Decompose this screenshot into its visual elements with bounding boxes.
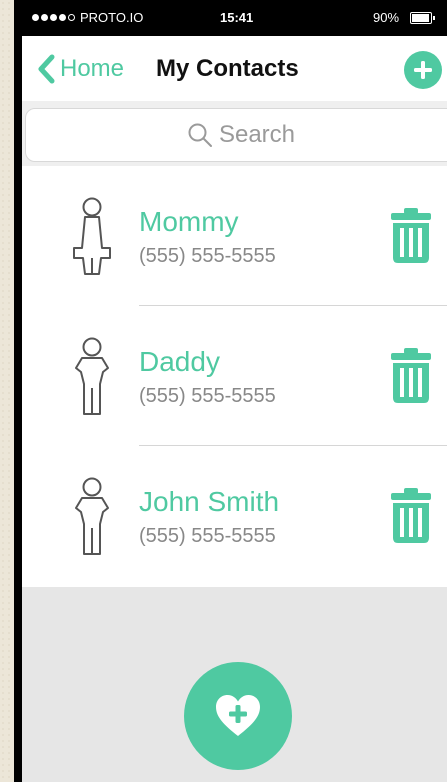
plus-icon <box>414 61 432 79</box>
female-person-icon <box>73 197 111 275</box>
device-frame: PROTO.IO 15:41 90% Home My Contacts Sear… <box>14 0 447 782</box>
contact-row[interactable]: Mommy (555) 555-5555 <box>22 166 447 306</box>
add-contact-button[interactable] <box>404 51 442 89</box>
trash-icon[interactable] <box>389 348 433 404</box>
search-icon <box>188 123 212 147</box>
search-bar-container: Search <box>22 101 447 166</box>
navigation-bar: Home My Contacts <box>22 36 447 102</box>
contact-phone: (555) 555-5555 <box>139 385 276 407</box>
battery-icon <box>410 12 435 24</box>
battery-percent: 90% <box>373 10 400 25</box>
contact-name: Daddy <box>139 346 220 377</box>
signal-strength-icon <box>32 14 75 21</box>
trash-icon[interactable] <box>389 208 433 264</box>
search-input[interactable]: Search <box>25 108 447 162</box>
add-favorite-button[interactable] <box>184 662 292 770</box>
contact-name: Mommy <box>139 206 239 237</box>
heart-plus-icon <box>216 695 260 736</box>
contact-name: John Smith <box>139 486 280 517</box>
back-label: Home <box>60 55 125 82</box>
status-bar: PROTO.IO 15:41 90% <box>22 0 447 36</box>
contact-row[interactable]: Daddy (555) 555-5555 <box>22 306 447 446</box>
status-time: 15:41 <box>220 10 254 25</box>
contact-phone: (555) 555-5555 <box>139 245 276 267</box>
back-button[interactable]: Home <box>36 54 124 84</box>
male-person-icon <box>75 477 109 555</box>
carrier-name: PROTO.IO <box>80 10 144 25</box>
chevron-left-icon <box>38 54 55 84</box>
contact-row[interactable]: John Smith (555) 555-5555 <box>22 446 447 586</box>
trash-icon[interactable] <box>389 488 433 544</box>
contact-phone: (555) 555-5555 <box>139 525 276 547</box>
male-person-icon <box>75 337 109 415</box>
search-placeholder: Search <box>218 121 296 148</box>
app-screen: PROTO.IO 15:41 90% Home My Contacts Sear… <box>22 0 447 782</box>
contact-list: Mommy (555) 555-5555 Daddy (555) 555-555… <box>22 166 447 587</box>
page-title: My Contacts <box>156 55 299 82</box>
carrier-indicator: PROTO.IO <box>32 10 143 25</box>
